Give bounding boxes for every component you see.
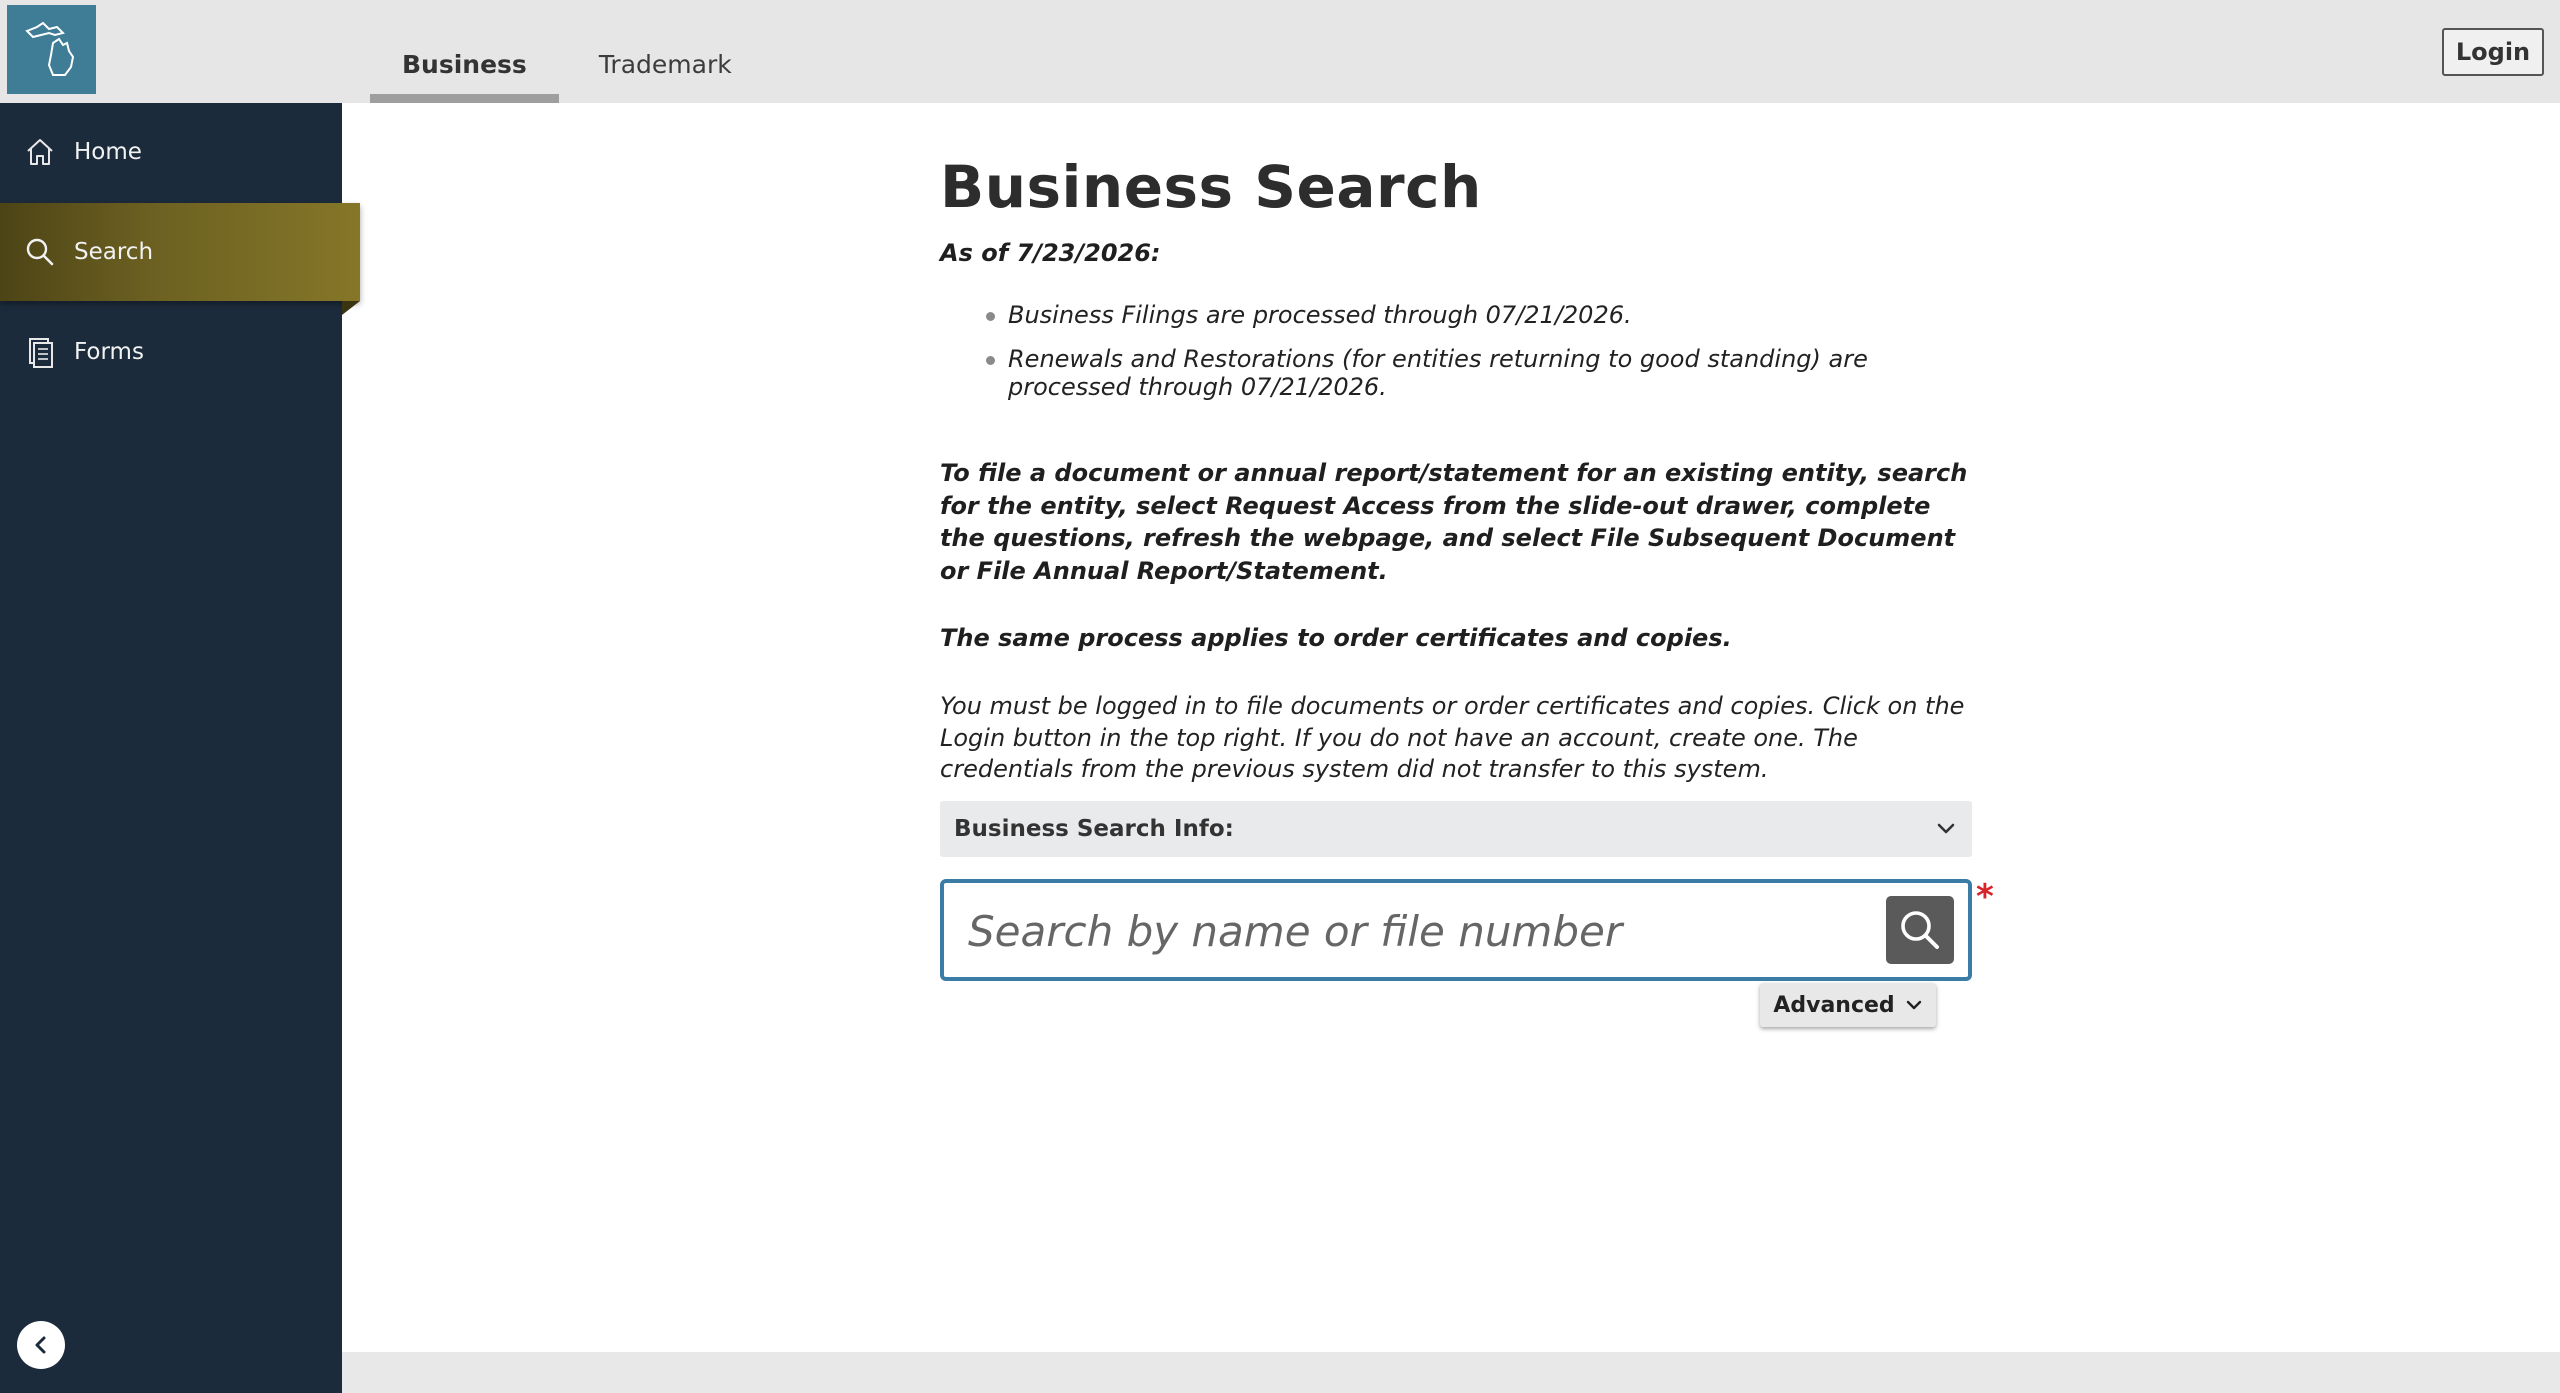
processing-status-list: Business Filings are processed through 0…: [986, 301, 1950, 417]
sidebar-item-label: Forms: [74, 339, 144, 365]
tab-trademark[interactable]: Trademark: [567, 0, 764, 103]
required-indicator: *: [1976, 877, 1994, 917]
sidebar: Home Search Forms: [0, 103, 360, 1393]
sidebar-item-label: Home: [74, 139, 142, 165]
login-note: You must be logged in to file documents …: [940, 692, 1965, 783]
search-button[interactable]: [1886, 896, 1954, 964]
search-icon: [1901, 911, 1939, 949]
filing-instructions: To file a document or annual report/stat…: [940, 459, 1968, 585]
nav-fold-shadow: [342, 301, 360, 315]
michigan-logo[interactable]: [7, 5, 96, 94]
business-search-info-accordion[interactable]: Business Search Info:: [940, 801, 1972, 857]
footer-bar: [342, 1352, 2560, 1393]
chevron-left-icon: [35, 1336, 46, 1354]
sidebar-item-home[interactable]: Home: [0, 103, 342, 201]
page-title: Business Search: [940, 153, 1482, 221]
certificates-note: The same process applies to order certif…: [940, 624, 1732, 652]
as-of-date: As of 7/23/2026:: [940, 239, 1161, 267]
home-icon: [24, 135, 58, 169]
tab-business[interactable]: Business: [370, 0, 559, 103]
login-button[interactable]: Login: [2442, 28, 2544, 76]
sidebar-item-search[interactable]: Search: [0, 203, 360, 301]
search-icon: [24, 235, 58, 269]
accordion-label: Business Search Info:: [954, 816, 1234, 842]
document-icon: [24, 335, 58, 369]
advanced-search-button[interactable]: Advanced: [1760, 983, 1936, 1027]
sidebar-item-label: Search: [74, 239, 154, 265]
chevron-down-icon: [1906, 1000, 1921, 1010]
search-box: [940, 879, 1972, 981]
collapse-sidebar-button[interactable]: [17, 1321, 65, 1369]
sidebar-item-forms[interactable]: Forms: [0, 303, 342, 401]
top-bar: Business Trademark Login: [0, 0, 2560, 103]
search-input[interactable]: [968, 901, 1848, 961]
advanced-label: Advanced: [1773, 992, 1895, 1018]
chevron-down-icon: [1937, 823, 1955, 834]
list-item: Business Filings are processed through 0…: [986, 301, 1950, 329]
tab-bar: Business Trademark: [370, 0, 772, 103]
list-item: Renewals and Restorations (for entities …: [986, 345, 1950, 401]
michigan-map-icon: [24, 21, 74, 76]
